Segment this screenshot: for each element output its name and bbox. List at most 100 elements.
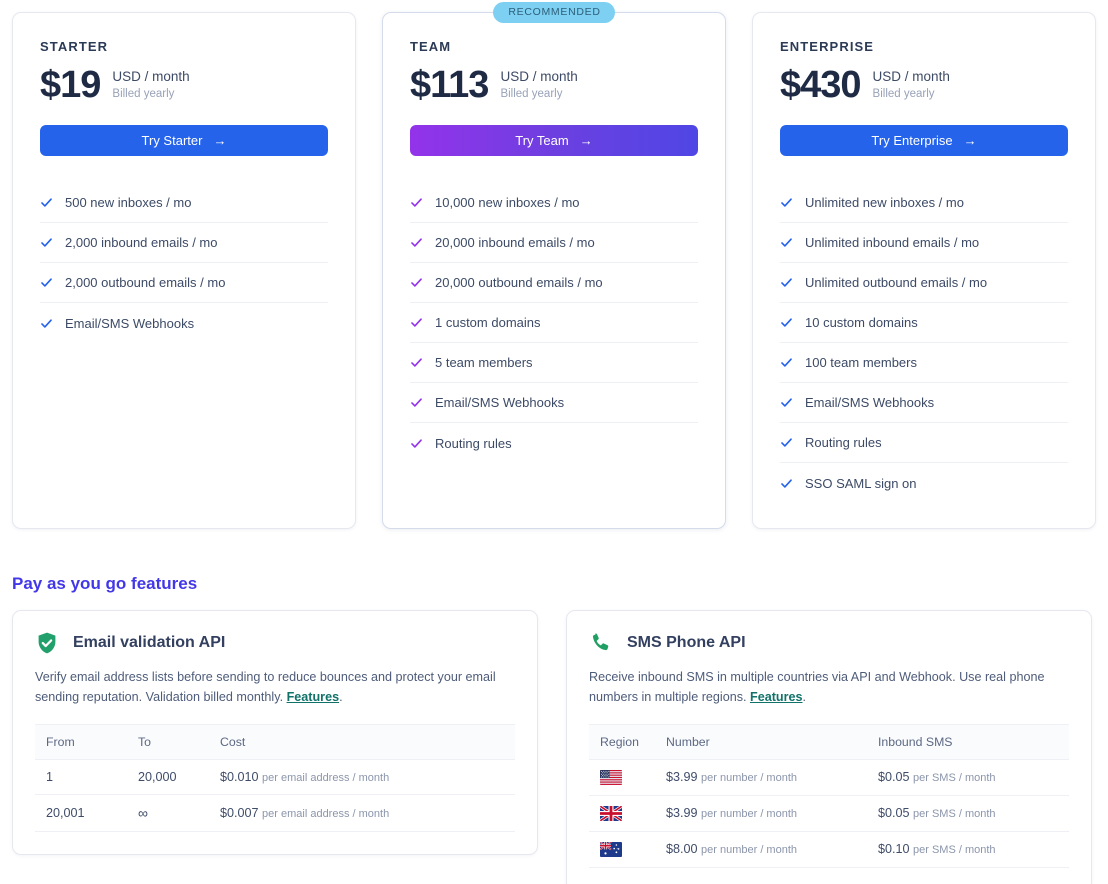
sms-number-unit: per number / month (701, 844, 798, 857)
plan-name: TEAM (410, 39, 452, 54)
email-table-column-header: To (127, 723, 209, 760)
email-table-column-header: From (35, 723, 127, 760)
sms-table-column-header: Inbound SMS (867, 723, 1069, 760)
table-row: $3.99 per number / month $0.05 per SMS / … (589, 795, 1069, 832)
plan-price-amount: $19 (40, 64, 101, 106)
table-row: $8.00 per number / month $0.10 per SMS / … (589, 831, 1069, 868)
plan-feature-label: 5 team members (435, 355, 533, 371)
plan-card-team: RECOMMENDED TEAM $113 USD / month Billed yea… (382, 2, 726, 529)
email-table-header-row: From To Cost (35, 723, 515, 760)
plan-price-row: $113 USD / month Billed yearly (410, 64, 698, 106)
plan-feature-item: 5 team members (410, 343, 698, 384)
plan-feature-item: Email/SMS Webhooks (40, 303, 328, 343)
plan-price-unit: USD / month (872, 69, 950, 85)
plan-price-meta: USD / month Billed yearly (500, 69, 577, 104)
pay-as-you-go-row: Email validation API Verify email addres… (0, 610, 1108, 884)
sms-number-price: $3.99 (666, 806, 698, 821)
plan-feature-label: Email/SMS Webhooks (435, 395, 565, 411)
check-icon (410, 396, 423, 409)
sms-inbound-unit: per SMS / month (913, 772, 996, 785)
au-flag-icon (600, 841, 645, 857)
plan-feature-label: 1 custom domains (435, 315, 541, 331)
sms-table-column-header: Number (655, 723, 867, 760)
plan-feature-label: Routing rules (805, 435, 882, 451)
plan-price-meta: USD / month Billed yearly (873, 69, 950, 104)
email-tier-from: 1 (35, 759, 127, 795)
plan-feature-list: 10,000 new inboxes / mo 20,000 inbound em… (410, 183, 698, 463)
email-validation-api-title: Email validation API (73, 634, 226, 651)
plan-feature-item: Unlimited outbound emails / mo (780, 263, 1068, 304)
plan-feature-item: Routing rules (780, 423, 1068, 464)
email-api-desc-text: Verify email address lists before sendin… (35, 670, 496, 705)
check-icon (410, 356, 423, 369)
check-icon (780, 356, 793, 369)
sms-region-cell (589, 831, 655, 868)
email-table-head: From To Cost (35, 723, 515, 760)
plan-feature-label: Email/SMS Webhooks (65, 315, 195, 331)
plan-card-enterprise: ENTERPRISE $430 USD / month Billed yearly Tr… (752, 12, 1096, 529)
email-api-features-link[interactable]: Features (287, 690, 340, 704)
sms-inbound-unit: per SMS / month (913, 808, 996, 821)
sms-api-features-link[interactable]: Features (750, 690, 803, 704)
email-tier-to: 20,000 (127, 759, 209, 795)
sms-phone-api-title: SMS Phone API (627, 634, 746, 651)
plan-name: ENTERPRISE (780, 39, 875, 54)
plan-price-meta: USD / month Billed yearly (112, 69, 189, 104)
email-validation-api-card: Email validation API Verify email addres… (12, 610, 538, 855)
check-icon (410, 196, 423, 209)
sms-region-cell (589, 759, 655, 796)
plan-cta-starter[interactable]: Try Starter → (40, 125, 328, 157)
us-flag-icon (600, 769, 645, 785)
plan-cta-enterprise[interactable]: Try Enterprise → (780, 125, 1068, 157)
table-row: 1 20,000 $0.010 per email address / month (35, 759, 515, 795)
sms-number-cell: $8.00 per number / month (655, 831, 867, 868)
plan-price-unit: USD / month (112, 69, 190, 85)
sms-table-body: $3.99 per number / month $0.05 per SMS / … (589, 759, 1069, 868)
plan-feature-label: Unlimited outbound emails / mo (805, 275, 988, 291)
plan-feature-item: Routing rules (410, 423, 698, 463)
sms-number-price: $8.00 (666, 842, 698, 857)
plan-card-starter: STARTER $19 USD / month Billed yearly Try St… (12, 12, 356, 529)
plan-feature-label: 2,000 inbound emails / mo (65, 235, 218, 251)
sms-api-desc-period: . (802, 690, 807, 705)
sms-table-header-row: Region Number Inbound SMS (589, 723, 1069, 760)
email-tier-cost-cell: $0.007 per email address / month (209, 794, 515, 832)
recommended-badge-wrap: RECOMMENDED (383, 2, 725, 23)
plan-feature-item: 20,000 inbound emails / mo (410, 223, 698, 264)
plan-price-amount: $113 (410, 64, 489, 106)
plan-feature-label: Routing rules (435, 435, 512, 451)
check-icon (40, 317, 53, 330)
check-icon (40, 276, 53, 289)
email-tier-cost: $0.007 (220, 805, 259, 820)
plan-feature-label: 10 custom domains (805, 315, 918, 331)
sms-inbound-cell: $0.05 per SMS / month (867, 759, 1069, 796)
plan-feature-label: SSO SAML sign on (805, 475, 917, 491)
plan-feature-item: Email/SMS Webhooks (780, 383, 1068, 424)
plan-feature-list: 500 new inboxes / mo 2,000 inbound emails… (40, 183, 328, 343)
plan-feature-item: 10,000 new inboxes / mo (410, 183, 698, 224)
check-icon (40, 196, 53, 209)
email-tier-cost-unit: per email address / month (262, 771, 390, 784)
plan-feature-list: Unlimited new inboxes / mo Unlimited inbo… (780, 183, 1068, 503)
plan-cta-label: Try Starter (141, 133, 203, 149)
check-icon (780, 316, 793, 329)
plan-cta-team[interactable]: Try Team → (410, 125, 698, 157)
plan-feature-label: Unlimited inbound emails / mo (805, 235, 980, 251)
plan-feature-label: 500 new inboxes / mo (65, 195, 192, 211)
plan-price-row: $19 USD / month Billed yearly (40, 64, 328, 106)
email-table-column-header: Cost (209, 723, 515, 760)
sms-number-price: $3.99 (666, 770, 698, 785)
recommended-badge: RECOMMENDED (493, 2, 615, 23)
sms-inbound-cell: $0.05 per SMS / month (867, 795, 1069, 832)
check-icon (780, 436, 793, 449)
plan-price-billed: Billed yearly (112, 88, 175, 101)
check-icon (780, 236, 793, 249)
plan-feature-item: 2,000 outbound emails / mo (40, 263, 328, 304)
sms-phone-api-header: SMS Phone API (589, 631, 1069, 655)
plan-price-unit: USD / month (500, 69, 578, 85)
sms-inbound-price: $0.05 (878, 806, 910, 821)
plan-feature-label: 10,000 new inboxes / mo (435, 195, 580, 211)
plan-price-billed: Billed yearly (872, 88, 935, 101)
sms-inbound-cell: $0.10 per SMS / month (867, 831, 1069, 868)
plan-price-row: $430 USD / month Billed yearly (780, 66, 1068, 104)
